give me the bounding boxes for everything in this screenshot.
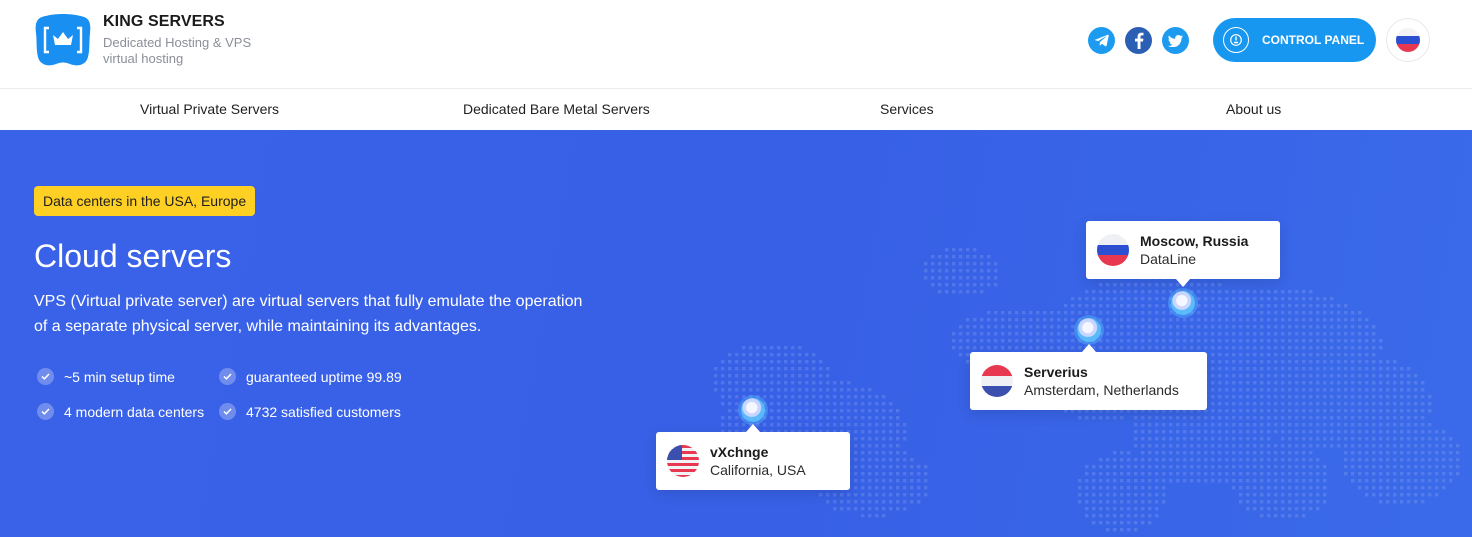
main-nav: Virtual Private Servers Dedicated Bare M… xyxy=(0,88,1472,130)
card-pointer xyxy=(1176,279,1190,287)
language-switch[interactable] xyxy=(1386,18,1430,62)
datacenter-card-moscow[interactable]: Moscow, Russia DataLine xyxy=(1086,221,1280,279)
site-header: KING SERVERS Dedicated Hosting & VPS vir… xyxy=(0,0,1472,88)
hero-description: VPS (Virtual private server) are virtual… xyxy=(34,293,583,335)
feature-item: 4732 satisfied customers xyxy=(219,403,401,420)
control-panel-button[interactable]: CONTROL PANEL xyxy=(1213,18,1376,62)
control-panel-icon xyxy=(1223,27,1249,53)
brand-name: KING SERVERS xyxy=(103,13,225,30)
control-panel-label: CONTROL PANEL xyxy=(1262,33,1365,47)
nav-item-services[interactable]: Services xyxy=(880,101,934,117)
usa-flag-icon xyxy=(667,445,699,477)
russia-flag-icon xyxy=(1097,234,1129,266)
datacenter-card-amsterdam[interactable]: Serverius Amsterdam, Netherlands xyxy=(970,352,1207,410)
page-title: Cloud servers xyxy=(34,238,232,274)
datacenter-name: Moscow, Russia xyxy=(1140,233,1249,249)
feature-item: guaranteed uptime 99.89 xyxy=(219,368,402,385)
telegram-icon[interactable] xyxy=(1088,27,1115,54)
russia-flag-icon xyxy=(1396,28,1420,52)
facebook-icon[interactable] xyxy=(1125,27,1152,54)
hero-section: Data centers in the USA, Europe Cloud se… xyxy=(0,130,1472,537)
datacenter-provider: DataLine xyxy=(1140,251,1197,267)
feature-item: 4 modern data centers xyxy=(37,403,204,420)
feature-label: 4732 satisfied customers xyxy=(246,403,401,420)
feature-label: 4 modern data centers xyxy=(64,403,205,420)
datacenter-location: Amsterdam, Netherlands xyxy=(1024,382,1179,398)
king-servers-logo[interactable] xyxy=(34,11,92,69)
feature-label: ~5 min setup time xyxy=(64,368,175,385)
twitter-icon[interactable] xyxy=(1162,27,1189,54)
map-pin-amsterdam[interactable] xyxy=(1077,318,1101,342)
nav-item-dedicated[interactable]: Dedicated Bare Metal Servers xyxy=(463,101,650,117)
datacenters-badge: Data centers in the USA, Europe xyxy=(34,186,256,216)
map-pin-california[interactable] xyxy=(741,398,765,422)
check-icon xyxy=(37,368,54,385)
feature-item: ~5 min setup time xyxy=(37,368,175,385)
brand-tagline: Dedicated Hosting & VPS virtual hosting xyxy=(103,35,252,66)
check-icon xyxy=(37,403,54,420)
card-pointer xyxy=(1082,344,1096,352)
check-icon xyxy=(219,368,236,385)
nav-item-vps[interactable]: Virtual Private Servers xyxy=(140,101,279,117)
datacenter-name: Serverius xyxy=(1024,364,1088,380)
map-pin-moscow[interactable] xyxy=(1171,291,1195,315)
netherlands-flag-icon xyxy=(981,365,1013,397)
card-pointer xyxy=(746,424,760,432)
datacenter-card-california[interactable]: vXchnge California, USA xyxy=(656,432,850,490)
datacenter-name: vXchnge xyxy=(710,444,769,460)
feature-label: guaranteed uptime 99.89 xyxy=(246,368,402,385)
check-icon xyxy=(219,403,236,420)
nav-item-about[interactable]: About us xyxy=(1226,101,1281,117)
datacenter-location: California, USA xyxy=(710,462,806,478)
